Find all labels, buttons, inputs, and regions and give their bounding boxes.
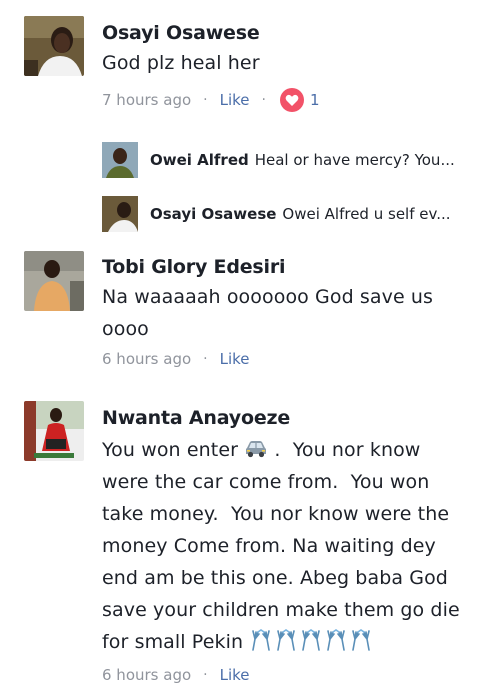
comment-timestamp: 6 hours ago xyxy=(102,350,192,368)
comment-text-line: for small Pekin xyxy=(102,626,375,661)
reaction-count[interactable]: 1 xyxy=(310,91,320,109)
heart-reaction-icon[interactable] xyxy=(279,88,304,112)
comment-text: money Come from. Na waiting dey xyxy=(102,535,436,557)
reply-preview[interactable]: Osayi Osawese Owei Alfred u self ev... xyxy=(102,195,451,233)
comment-meta: 6 hours ago · Like xyxy=(102,666,250,684)
comment-text: Na waaaaah ooooooo God save us xyxy=(102,286,434,308)
avatar[interactable] xyxy=(24,401,84,461)
comment-author[interactable]: Nwanta Anayoeze xyxy=(102,407,290,429)
separator-dot: · xyxy=(203,351,208,367)
comment-text: save your children make them go die xyxy=(102,599,460,621)
comment-author[interactable]: Tobi Glory Edesiri xyxy=(102,256,286,278)
raised-hands-emoji-icon xyxy=(249,629,375,661)
automobile-emoji-icon xyxy=(244,436,268,458)
avatar[interactable] xyxy=(24,16,84,76)
reply-text: Heal or have mercy? You... xyxy=(254,151,455,169)
reply-author[interactable]: Owei Alfred xyxy=(150,151,249,169)
comment-text: take money. You nor know were the xyxy=(102,503,450,525)
like-link[interactable]: Like xyxy=(220,350,250,368)
avatar xyxy=(102,142,138,178)
like-link[interactable]: Like xyxy=(220,666,250,684)
reply-preview[interactable]: Owei Alfred Heal or have mercy? You... xyxy=(102,141,455,179)
comment-timestamp: 7 hours ago xyxy=(102,91,192,109)
separator-dot: · xyxy=(203,667,208,683)
avatar[interactable] xyxy=(24,251,84,311)
reply-text: Owei Alfred u self ev... xyxy=(282,205,451,223)
comment-meta: 7 hours ago · Like · 1 xyxy=(102,88,320,112)
comment-text: were the car come from. You won xyxy=(102,471,430,493)
like-link[interactable]: Like xyxy=(220,91,250,109)
comment-text: for small Pekin xyxy=(102,631,244,653)
reply-author[interactable]: Osayi Osawese xyxy=(150,205,276,223)
comment-timestamp: 6 hours ago xyxy=(102,666,192,684)
comment-meta: 6 hours ago · Like xyxy=(102,350,250,368)
comment-text: end am be this one. Abeg baba God xyxy=(102,567,448,589)
comment-text: . You nor know xyxy=(274,439,421,461)
separator-dot: · xyxy=(203,92,208,108)
avatar xyxy=(102,196,138,232)
separator-dot: · xyxy=(261,92,266,108)
comment-text: God plz heal her xyxy=(102,52,260,74)
comment-author[interactable]: Osayi Osawese xyxy=(102,22,260,44)
comment-text: oooo xyxy=(102,318,149,340)
comment-text: You won enter xyxy=(102,439,239,461)
comment-text-line: You won enter . You nor know xyxy=(102,434,420,466)
